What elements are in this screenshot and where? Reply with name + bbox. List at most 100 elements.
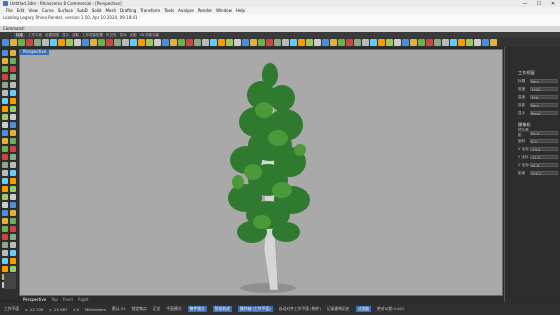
toolbar-tool-icon[interactable]: [186, 39, 193, 46]
prop-value[interactable]: Pers: [530, 103, 558, 108]
status-history[interactable]: 记录建构历史: [327, 306, 350, 312]
toolbar-tool-icon[interactable]: [378, 39, 385, 46]
toolbar-tool-icon[interactable]: [466, 39, 473, 46]
tab-viewport-layout[interactable]: 工作视窗配置: [82, 33, 103, 38]
menu-view[interactable]: View: [28, 8, 38, 13]
toolbar-tool-icon[interactable]: [74, 39, 81, 46]
tab-set-view[interactable]: 设置视图: [45, 33, 59, 38]
toolbar-tool-icon[interactable]: [250, 39, 257, 46]
side-tool-icon[interactable]: [10, 66, 16, 72]
side-tool-icon[interactable]: [10, 130, 16, 136]
status-filter[interactable]: 过滤器: [355, 306, 371, 312]
side-tool-icon[interactable]: [10, 122, 16, 128]
menu-transform[interactable]: Transform: [140, 8, 160, 13]
prop-value[interactable]: 756: [530, 95, 558, 100]
tab-cplane[interactable]: 工作平面: [28, 33, 42, 38]
menu-drafting[interactable]: Drafting: [120, 8, 136, 13]
toolbar-tool-icon[interactable]: [42, 39, 49, 46]
toolbar-tool-icon[interactable]: [58, 39, 65, 46]
status-layer[interactable]: 默认 01: [112, 306, 126, 312]
prop-row[interactable]: 宽度 1320: [518, 86, 558, 92]
toolbar-tool-icon[interactable]: [234, 39, 241, 46]
toolbar-tool-icon[interactable]: [490, 39, 497, 46]
menu-curve[interactable]: Curve: [42, 8, 54, 13]
side-tool-icon[interactable]: [2, 218, 8, 224]
side-tool-icon[interactable]: [10, 58, 16, 64]
close-button[interactable]: ✕: [546, 0, 560, 7]
menu-mesh[interactable]: Mesh: [105, 8, 116, 13]
maximize-button[interactable]: ☐: [532, 0, 546, 7]
side-tool-icon[interactable]: [2, 226, 8, 232]
side-tool-icon[interactable]: [2, 242, 8, 248]
side-tool-icon[interactable]: [2, 194, 8, 200]
toolbar-tool-icon[interactable]: [98, 39, 105, 46]
side-tool-icon[interactable]: [10, 90, 16, 96]
side-tool-icon[interactable]: [10, 50, 16, 56]
side-tool-icon[interactable]: [2, 250, 8, 256]
side-tool-icon[interactable]: [10, 242, 16, 248]
toolbar-tool-icon[interactable]: [274, 39, 281, 46]
prop-value[interactable]: Rend: [530, 111, 558, 116]
menu-window[interactable]: Window: [216, 8, 232, 13]
side-tool-icon[interactable]: [10, 210, 16, 216]
side-tool-icon[interactable]: [10, 186, 16, 192]
side-tool-icon[interactable]: [10, 138, 16, 144]
prop-row[interactable]: 距离 105.1: [518, 170, 558, 176]
toolbar-tool-icon[interactable]: [354, 39, 361, 46]
minimize-button[interactable]: —: [518, 0, 532, 7]
perspective-viewport[interactable]: [19, 49, 503, 296]
view-tab-right[interactable]: Right: [78, 297, 89, 302]
menu-file[interactable]: File: [6, 8, 13, 13]
side-tool-icon[interactable]: [2, 58, 8, 64]
side-tool-icon[interactable]: [2, 210, 8, 216]
toolbar-tool-icon[interactable]: [394, 39, 401, 46]
side-tool-icon[interactable]: [10, 106, 16, 112]
menu-render[interactable]: Render: [198, 8, 212, 13]
toolbar-tool-icon[interactable]: [26, 39, 33, 46]
toolbar-tool-icon[interactable]: [178, 39, 185, 46]
side-tool-icon[interactable]: [2, 146, 8, 152]
side-tool-icon[interactable]: [2, 66, 8, 72]
side-tool-icon[interactable]: [2, 90, 8, 96]
menu-surface[interactable]: Surface: [58, 8, 73, 13]
toolbar-tool-icon[interactable]: [138, 39, 145, 46]
menu-help[interactable]: Help: [236, 8, 245, 13]
side-tool-icon[interactable]: [2, 258, 8, 264]
side-tool-icon[interactable]: [10, 146, 16, 152]
menu-edit[interactable]: Edit: [17, 8, 25, 13]
toolbar-tool-icon[interactable]: [226, 39, 233, 46]
side-tool-icon[interactable]: [2, 74, 8, 80]
toolbar-tool-icon[interactable]: [386, 39, 393, 46]
toolbar-tool-icon[interactable]: [322, 39, 329, 46]
toolbar-tool-icon[interactable]: [474, 39, 481, 46]
side-tool-icon[interactable]: [2, 162, 8, 168]
toolbar-tool-icon[interactable]: [370, 39, 377, 46]
status-ortho[interactable]: 正交: [153, 306, 161, 312]
side-tool-icon[interactable]: [10, 114, 16, 120]
prop-value[interactable]: -71.5: [530, 155, 558, 160]
side-tool-icon[interactable]: [2, 178, 8, 184]
toolbar-tool-icon[interactable]: [114, 39, 121, 46]
toolbar-tool-icon[interactable]: [202, 39, 209, 46]
toolbar-tool-icon[interactable]: [50, 39, 57, 46]
tab-select[interactable]: 选取: [72, 33, 79, 38]
side-tool-icon[interactable]: [10, 98, 16, 104]
side-tool-icon[interactable]: [10, 226, 16, 232]
toolbar-tool-icon[interactable]: [362, 39, 369, 46]
prop-row[interactable]: 显示 Rend: [518, 110, 558, 116]
view-tab-front[interactable]: Front: [63, 297, 73, 302]
prop-value[interactable]: -74.4: [530, 147, 558, 152]
tab-new-in-v8[interactable]: V8 的新功能: [140, 33, 160, 38]
side-tool-icon[interactable]: [2, 154, 8, 160]
toolbar-tool-icon[interactable]: [34, 39, 41, 46]
side-tool-icon[interactable]: [10, 258, 16, 264]
menu-tools[interactable]: Tools: [164, 8, 174, 13]
status-planar[interactable]: 平面模式: [166, 306, 181, 312]
toolbar-tool-icon[interactable]: [2, 39, 9, 46]
view-tab-top[interactable]: Top: [51, 297, 58, 302]
status-autoalign[interactable]: 自动对齐工作平面 (物件): [279, 306, 321, 312]
toolbar-tool-icon[interactable]: [306, 39, 313, 46]
side-tool-icon[interactable]: [2, 170, 8, 176]
toolbar-tool-icon[interactable]: [418, 39, 425, 46]
toolbar-tool-icon[interactable]: [170, 39, 177, 46]
